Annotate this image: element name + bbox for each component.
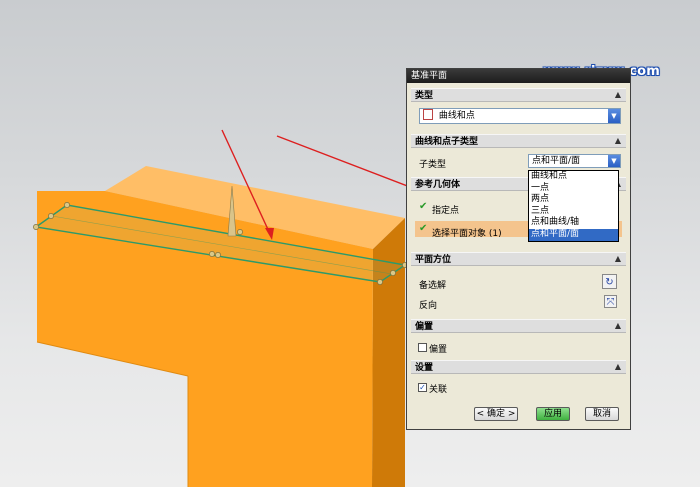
subtype-selected-value: 点和平面/面	[532, 156, 581, 166]
section-orientation-label: 平面方位	[415, 255, 452, 265]
collapse-up-icon[interactable]: ▲	[613, 254, 623, 264]
collapse-up-icon[interactable]: ▲	[613, 136, 623, 146]
collapse-up-icon[interactable]: ▲	[613, 321, 623, 331]
datum-plane-dialog[interactable]: 基准平面 类型 ▲ 曲线和点 ▼ 曲线和点子类型 ▲ 子类型 点和平面/面 ▼ …	[406, 68, 631, 430]
dropdown-option[interactable]: 曲线和点	[529, 171, 618, 183]
section-offset-header[interactable]: 偏置 ▲	[411, 319, 626, 333]
subtype-label: 子类型	[419, 160, 447, 170]
type-select[interactable]: 曲线和点 ▼	[419, 108, 621, 124]
subtype-dropdown-list[interactable]: 曲线和点 一点 两点 三点 点和曲线/轴 点和平面/面	[528, 170, 619, 242]
associative-checkbox-label: 关联	[429, 385, 448, 395]
check-icon: ✔	[419, 223, 428, 234]
associative-checkbox[interactable]: ✓	[418, 383, 427, 392]
collapse-up-icon[interactable]: ▲	[613, 90, 623, 100]
ok-button[interactable]: < 确定 >	[474, 407, 518, 421]
collapse-up-icon[interactable]: ▲	[613, 362, 623, 372]
cycle-icon[interactable]: ↻	[602, 274, 617, 289]
apply-button[interactable]: 应用	[536, 407, 570, 421]
chevron-down-icon[interactable]: ▼	[608, 109, 620, 123]
section-type-header[interactable]: 类型 ▲	[411, 88, 626, 102]
offset-checkbox[interactable]	[418, 343, 427, 352]
section-reference-label: 参考几何体	[415, 180, 461, 190]
select-plane-label[interactable]: 选择平面对象 (1)	[432, 226, 502, 239]
check-icon: ✔	[419, 201, 428, 212]
section-subtype-header[interactable]: 曲线和点子类型 ▲	[411, 134, 626, 148]
part-right-face[interactable]	[372, 218, 405, 487]
section-settings-header[interactable]: 设置 ▲	[411, 360, 626, 374]
dropdown-option[interactable]: 点和平面/面	[529, 228, 618, 241]
section-settings-label: 设置	[415, 363, 434, 373]
section-subtype-label: 曲线和点子类型	[415, 137, 479, 147]
dropdown-option[interactable]: 点和曲线/轴	[529, 217, 618, 229]
alternate-solution-label: 备选解	[419, 281, 447, 291]
type-icon	[423, 109, 433, 120]
dropdown-option[interactable]: 一点	[529, 183, 618, 195]
reverse-direction-icon[interactable]: ⤧	[604, 295, 617, 308]
section-orientation-header[interactable]: 平面方位 ▲	[411, 252, 626, 266]
dropdown-option[interactable]: 三点	[529, 206, 618, 218]
section-type-label: 类型	[415, 91, 434, 101]
cancel-button[interactable]: 取消	[585, 407, 619, 421]
specify-point-label[interactable]: 指定点	[432, 203, 459, 216]
type-selected-value: 曲线和点	[438, 111, 475, 121]
offset-checkbox-label: 偏置	[429, 345, 448, 355]
reverse-label: 反向	[419, 301, 438, 311]
dropdown-option[interactable]: 两点	[529, 194, 618, 206]
chevron-down-icon[interactable]: ▼	[608, 155, 620, 167]
section-offset-label: 偏置	[415, 322, 434, 332]
dialog-title: 基准平面	[407, 69, 630, 83]
subtype-select[interactable]: 点和平面/面 ▼	[528, 154, 621, 168]
